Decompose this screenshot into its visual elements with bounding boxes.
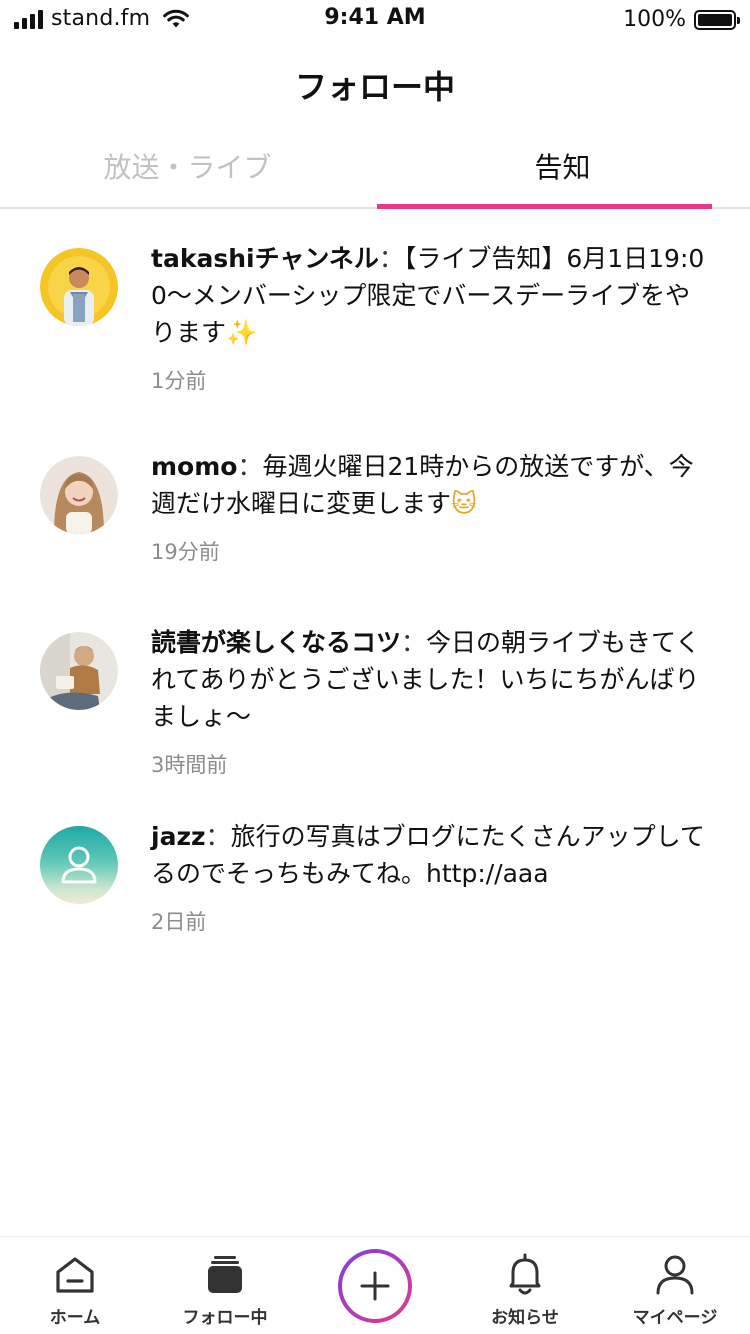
bell-icon — [509, 1253, 541, 1295]
bottom-navigation: ホーム フォロー中 お知らせ マイページ — [0, 1236, 750, 1334]
tab-label: 放送・ライブ — [103, 151, 272, 184]
post-button[interactable] — [338, 1249, 412, 1323]
nav-label: お知らせ — [491, 1308, 559, 1328]
item-timestamp: 1分前 — [151, 369, 207, 393]
nav-notifications[interactable]: お知らせ — [450, 1237, 600, 1334]
nav-label: ホーム — [49, 1308, 101, 1328]
item-text: jazz：旅行の写真はブログにたくさんアップしてるのでそっちもみてね。http:… — [151, 818, 710, 892]
plus-icon — [360, 1271, 390, 1301]
item-timestamp: 3時間前 — [151, 753, 228, 777]
nav-mypage[interactable]: マイページ — [600, 1237, 750, 1334]
name-separator: ： — [205, 822, 231, 851]
channel-name[interactable]: takashiチャンネル — [151, 244, 379, 273]
list-item[interactable]: momo：毎週火曜日21時からの放送ですが、今週だけ水曜日に変更します🐱 19分… — [0, 448, 750, 624]
channel-name[interactable]: momo — [151, 452, 237, 481]
list-item[interactable]: takashiチャンネル：【ライブ告知】6月1日19:00〜メンバーシップ限定で… — [0, 240, 750, 430]
item-text: takashiチャンネル：【ライブ告知】6月1日19:00〜メンバーシップ限定で… — [151, 240, 710, 351]
status-right: 100% — [623, 7, 740, 32]
nav-label: フォロー中 — [182, 1308, 268, 1328]
sparkle-emoji: ✨ — [226, 318, 258, 347]
cat-emoji: 🐱 — [451, 489, 478, 518]
name-separator: ： — [401, 628, 427, 657]
status-bar: stand.fm 9:41 AM 100% — [0, 0, 750, 40]
list-item[interactable]: 読書が楽しくなるコツ：今日の朝ライブもきてくれてありがとうございました！いちにち… — [0, 624, 750, 818]
battery-icon — [694, 9, 740, 30]
tab-broadcast-live[interactable]: 放送・ライブ — [0, 132, 375, 207]
user-placeholder-icon — [61, 846, 97, 884]
nav-label: マイページ — [632, 1308, 718, 1328]
name-separator: ： — [378, 244, 404, 273]
tab-label: 告知 — [534, 151, 591, 184]
tab-announcements[interactable]: 告知 — [375, 132, 750, 209]
person-icon — [656, 1255, 694, 1295]
item-text: 読書が楽しくなるコツ：今日の朝ライブもきてくれてありがとうございました！いちにち… — [151, 624, 710, 735]
post-button-inner — [342, 1253, 408, 1319]
item-timestamp: 19分前 — [151, 540, 220, 564]
tab-bar: 放送・ライブ 告知 — [0, 132, 750, 209]
nav-home[interactable]: ホーム — [0, 1237, 150, 1334]
home-icon — [56, 1257, 94, 1293]
announcement-feed: takashiチャンネル：【ライブ告知】6月1日19:00〜メンバーシップ限定で… — [0, 240, 750, 978]
channel-name[interactable]: 読書が楽しくなるコツ — [151, 628, 401, 657]
item-text: momo：毎週火曜日21時からの放送ですが、今週だけ水曜日に変更します🐱 — [151, 448, 710, 522]
avatar[interactable] — [40, 248, 118, 326]
name-separator: ： — [237, 452, 263, 481]
list-item[interactable]: jazz：旅行の写真はブログにたくさんアップしてるのでそっちもみてね。http:… — [0, 818, 750, 978]
stack-icon — [208, 1256, 242, 1293]
page-title: フォロー中 — [294, 68, 455, 106]
item-message: 旅行の写真はブログにたくさんアップしてるのでそっちもみてね。http://aaa — [151, 822, 705, 888]
item-timestamp: 2日前 — [151, 910, 207, 934]
nav-following[interactable]: フォロー中 — [150, 1237, 300, 1334]
avatar[interactable] — [40, 456, 118, 534]
battery-percentage: 100% — [623, 7, 686, 32]
avatar[interactable] — [40, 826, 118, 904]
active-tab-indicator — [377, 204, 712, 209]
channel-name[interactable]: jazz — [151, 822, 206, 851]
avatar[interactable] — [40, 632, 118, 710]
